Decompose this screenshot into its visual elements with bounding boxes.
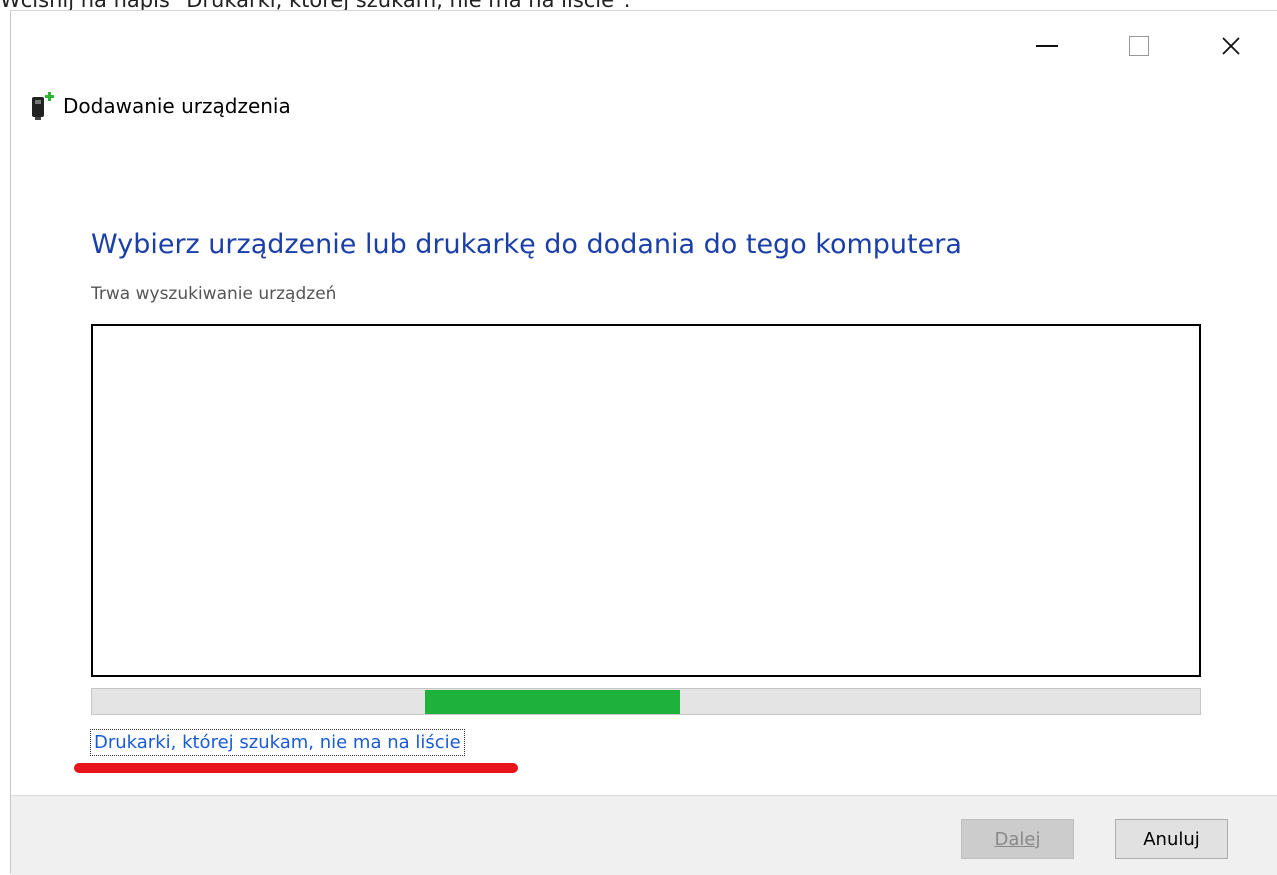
maximize-icon xyxy=(1129,36,1149,56)
printer-not-listed-link[interactable]: Drukarki, której szukam, nie ma na liści… xyxy=(90,729,465,756)
dialog-footer: Dalej Anuluj xyxy=(11,795,1277,875)
minimize-icon xyxy=(1036,45,1058,47)
close-icon xyxy=(1222,37,1240,55)
search-progress-fill xyxy=(425,690,680,714)
next-button[interactable]: Dalej xyxy=(961,819,1074,859)
close-button[interactable] xyxy=(1185,11,1277,81)
add-device-window: Dodawanie urządzenia Wybierz urządzenie … xyxy=(10,10,1277,875)
maximize-button[interactable] xyxy=(1093,11,1185,81)
device-list[interactable] xyxy=(91,324,1201,677)
minimize-button[interactable] xyxy=(1001,11,1093,81)
add-device-icon xyxy=(31,91,55,121)
search-status: Trwa wyszukiwanie urządzeń xyxy=(91,284,337,304)
page-title: Wybierz urządzenie lub drukarkę do dodan… xyxy=(91,229,962,260)
next-button-label: Dalej xyxy=(994,828,1041,850)
window-title-bar: Dodawanie urządzenia xyxy=(31,91,291,121)
red-highlight-underline xyxy=(74,763,518,773)
search-progress-bar xyxy=(91,688,1201,715)
window-controls xyxy=(1001,11,1277,81)
window-title: Dodawanie urządzenia xyxy=(63,94,291,118)
cancel-button[interactable]: Anuluj xyxy=(1115,819,1228,859)
